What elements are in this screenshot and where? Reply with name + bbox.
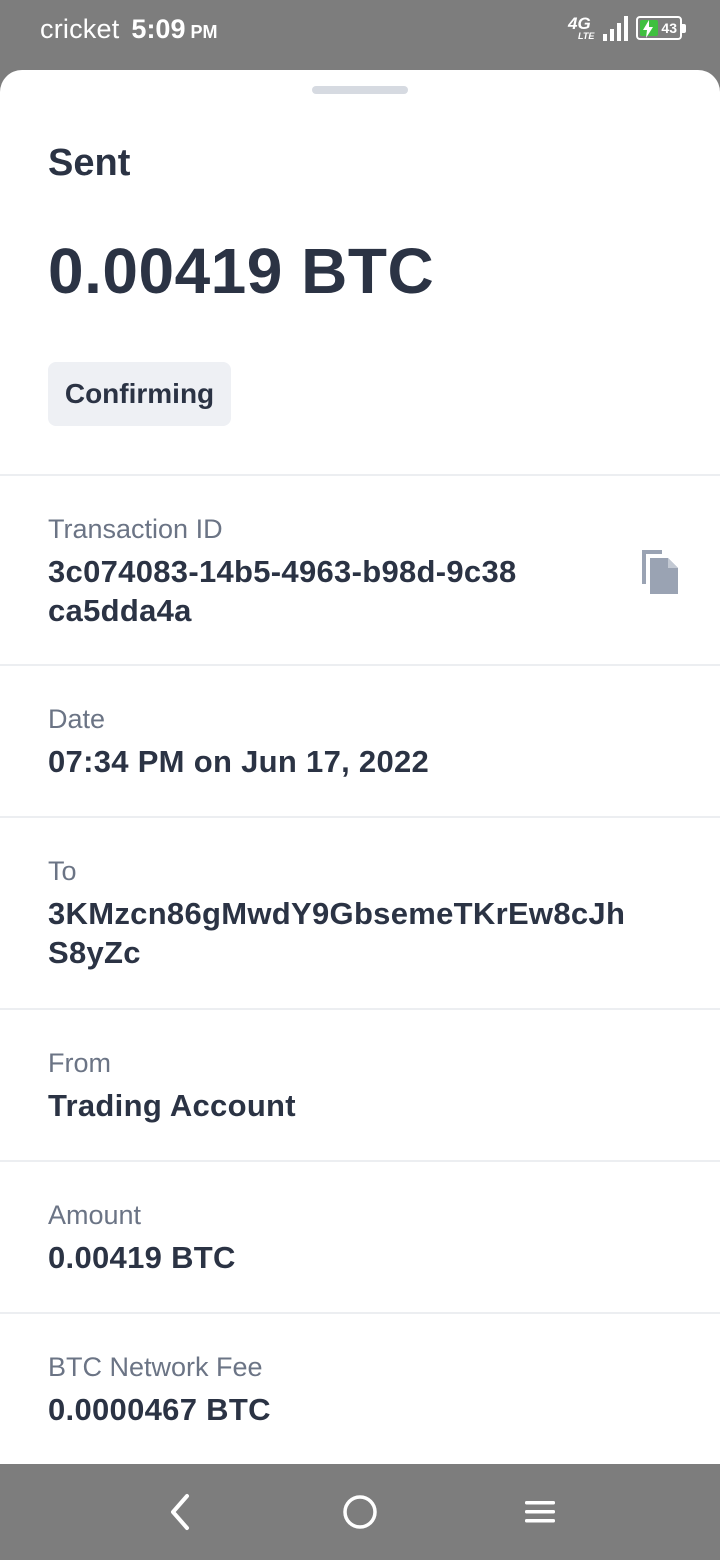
nav-menu-button[interactable] — [516, 1488, 564, 1536]
sheet-grab-handle[interactable] — [312, 86, 408, 94]
network-type-icon: 4G LTE — [568, 14, 598, 42]
home-icon — [343, 1495, 377, 1529]
nav-back-button[interactable] — [156, 1488, 204, 1536]
amount-row: Amount 0.00419 BTC — [0, 1160, 720, 1312]
transaction-id-value: 3c074083-14b5-4963-b98d-9c38 ca5dda4a — [48, 552, 517, 630]
amount-value: 0.00419 BTC — [48, 1240, 236, 1275]
transaction-id-label: Transaction ID — [48, 514, 223, 544]
status-badge: Confirming — [48, 362, 231, 426]
clock-ampm: PM — [190, 22, 218, 42]
network-fee-value: 0.0000467 BTC — [48, 1392, 271, 1427]
copy-icon[interactable] — [638, 548, 680, 596]
transaction-amount-heading: 0.00419 BTC — [48, 235, 435, 307]
to-row: To 3KMzcn86gMwdY9GbsemeTKrEw8cJh S8yZc — [0, 816, 720, 1008]
from-row: From Trading Account — [0, 1008, 720, 1160]
amount-label: Amount — [48, 1200, 142, 1230]
transaction-id-line-1: 3c074083-14b5-4963-b98d-9c38 — [48, 554, 517, 589]
to-label: To — [48, 856, 77, 886]
page-title: Sent — [48, 142, 131, 184]
status-bar: cricket 5:09 PM 4G LTE 43 — [0, 0, 720, 64]
status-left: cricket 5:09 PM — [40, 14, 217, 45]
date-label: Date — [48, 704, 106, 734]
date-row: Date 07:34 PM on Jun 17, 2022 — [0, 664, 720, 816]
transaction-detail-sheet: Sent 0.00419 BTC Confirming Transaction … — [0, 70, 720, 1464]
transaction-id-row: Transaction ID 3c074083-14b5-4963-b98d-9… — [0, 474, 720, 664]
to-address-line-2: S8yZc — [48, 935, 141, 970]
network-fee-row: BTC Network Fee 0.0000467 BTC — [0, 1312, 720, 1464]
from-label: From — [48, 1048, 111, 1078]
nav-home-button[interactable] — [336, 1488, 384, 1536]
clock: 5:09 — [131, 14, 186, 44]
to-address-line-1: 3KMzcn86gMwdY9GbsemeTKrEw8cJh — [48, 896, 626, 931]
signal-icon — [603, 16, 628, 41]
battery-icon: 43 — [636, 16, 686, 40]
back-icon — [171, 1494, 189, 1530]
to-address: 3KMzcn86gMwdY9GbsemeTKrEw8cJh S8yZc — [48, 894, 625, 972]
status-right: 4G LTE 43 — [568, 14, 686, 42]
date-value: 07:34 PM on Jun 17, 2022 — [48, 744, 430, 779]
system-nav-bar — [0, 1464, 720, 1560]
from-value: Trading Account — [48, 1088, 296, 1123]
battery-level: 43 — [661, 20, 677, 36]
carrier-name: cricket — [40, 14, 120, 44]
transaction-id-line-2: ca5dda4a — [48, 593, 192, 628]
network-subtype: LTE — [578, 31, 595, 41]
network-fee-label: BTC Network Fee — [48, 1352, 263, 1382]
screen: cricket 5:09 PM 4G LTE 43 Sent 0.00419 B… — [0, 0, 720, 1560]
menu-icon — [525, 1501, 555, 1523]
charging-bolt-icon — [643, 20, 653, 38]
